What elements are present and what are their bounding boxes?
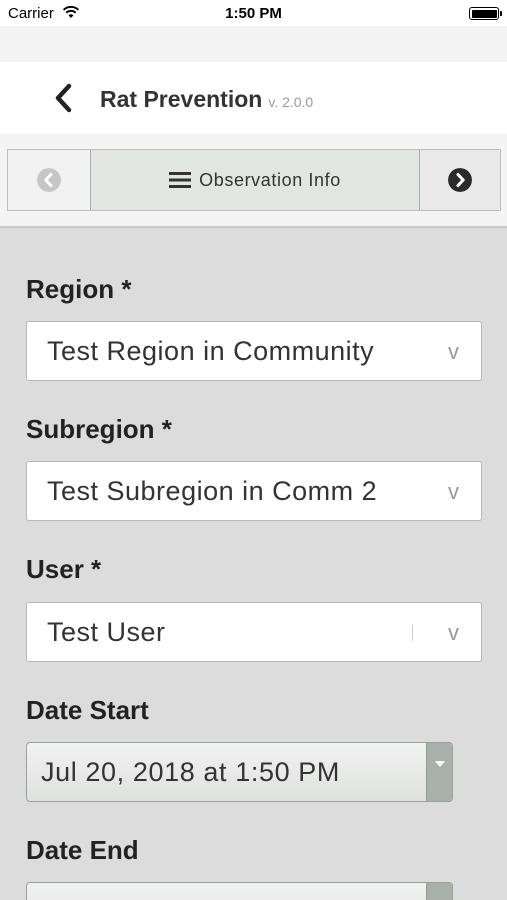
user-select[interactable]: Test User v xyxy=(26,602,482,662)
section-menu-button[interactable]: Observation Info xyxy=(90,150,420,210)
user-label: User * xyxy=(26,554,102,584)
chevron-down-icon: v xyxy=(448,479,459,504)
app-title: Rat Prevention xyxy=(100,86,263,112)
previous-section-button[interactable] xyxy=(8,150,90,210)
date-start-value: Jul 20, 2018 at 1:50 PM xyxy=(41,757,340,787)
region-value: Test Region in Community xyxy=(47,336,375,366)
back-button[interactable] xyxy=(48,80,80,116)
section-label: Observation Info xyxy=(199,169,341,190)
next-section-button[interactable] xyxy=(420,150,500,210)
date-start-label: Date Start xyxy=(26,695,149,725)
chevron-right-circle-icon xyxy=(448,168,472,192)
status-bar: Carrier 1:50 PM xyxy=(0,0,507,26)
nav-spacer xyxy=(0,26,507,62)
caret-down-icon xyxy=(426,743,452,801)
chevron-left-icon xyxy=(55,83,72,113)
battery-icon xyxy=(469,7,502,20)
section-toolbar: Observation Info xyxy=(7,149,501,211)
section-toolbar-container: Observation Info xyxy=(0,134,507,228)
app-version: v. 2.0.0 xyxy=(268,94,314,110)
select-separator xyxy=(412,625,413,641)
app-header: Rat Prevention v. 2.0.0 xyxy=(0,62,507,134)
status-time: 1:50 PM xyxy=(225,5,282,22)
chevron-down-icon: v xyxy=(448,339,459,364)
caret-down-icon xyxy=(426,883,452,900)
chevron-left-circle-icon xyxy=(37,168,61,192)
subregion-select[interactable]: Test Subregion in Comm 2 v xyxy=(26,461,482,521)
page-title: Rat Prevention v. 2.0.0 xyxy=(100,86,313,113)
subregion-value: Test Subregion in Comm 2 xyxy=(47,476,378,506)
date-end-picker[interactable] xyxy=(26,882,453,900)
menu-icon xyxy=(169,172,192,188)
observation-form: Region * Test Region in Community v Subr… xyxy=(0,230,507,900)
subregion-label: Subregion * xyxy=(26,414,172,444)
region-select[interactable]: Test Region in Community v xyxy=(26,321,482,381)
region-label: Region * xyxy=(26,274,132,304)
user-value: Test User xyxy=(47,617,166,647)
date-end-label: Date End xyxy=(26,835,139,865)
date-start-picker[interactable]: Jul 20, 2018 at 1:50 PM xyxy=(26,742,453,802)
chevron-down-icon: v xyxy=(448,620,459,645)
